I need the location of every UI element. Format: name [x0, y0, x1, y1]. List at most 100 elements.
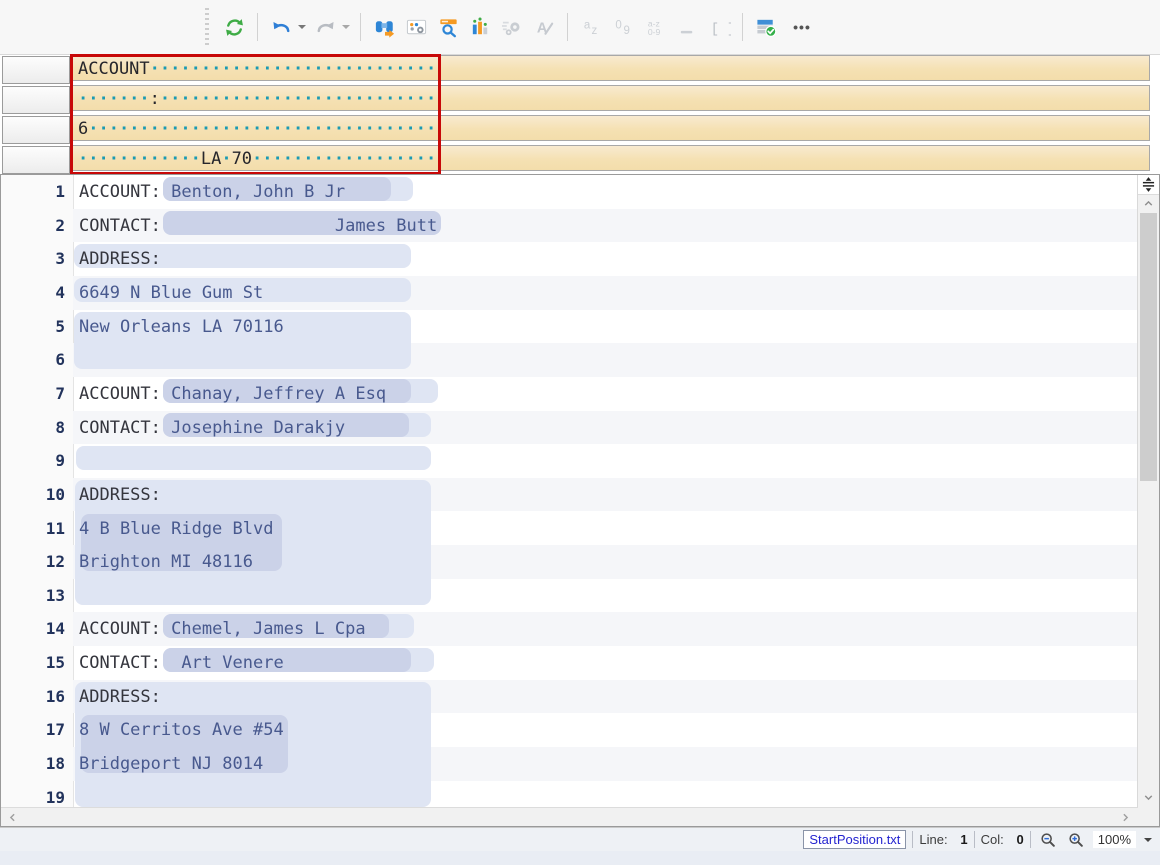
text-line[interactable]: 17 8 W Cerritos Ave #54 — [1, 713, 1138, 747]
sort-09-icon[interactable]: 0 9 — [610, 14, 636, 40]
status-separator — [1030, 831, 1031, 848]
zoom-dropdown-caret[interactable] — [1144, 838, 1152, 842]
settings-panel-icon[interactable] — [403, 14, 429, 40]
toolbar-separator — [567, 13, 568, 41]
trap-row-handle[interactable] — [2, 146, 70, 174]
field-value: Brighton MI 48116 — [79, 552, 253, 572]
text-line[interactable]: 18Bridgeport NJ 8014 — [1, 747, 1138, 781]
text-line[interactable]: 114 B Blue Ridge Blvd — [1, 512, 1138, 546]
font-icon[interactable]: A — [531, 14, 557, 40]
field-value: Art Venere — [161, 653, 284, 673]
undo-dropdown-caret[interactable] — [298, 25, 306, 29]
line-text: ACCOUNT: Benton, John B Jr — [79, 177, 345, 207]
zoom-level-value[interactable]: 100% — [1093, 831, 1136, 848]
field-label: CONTACT: — [79, 653, 161, 673]
bottom-band — [0, 851, 1160, 865]
chart-icon[interactable] — [467, 14, 493, 40]
sort-az-icon[interactable]: a z — [578, 14, 604, 40]
text-line[interactable]: 5 New Orleans LA 70116 — [1, 310, 1138, 344]
more-icon[interactable]: ••• — [785, 14, 819, 40]
vertical-scrollbar[interactable] — [1137, 175, 1159, 826]
trap-row-handle[interactable] — [2, 86, 70, 114]
text-line[interactable]: 9 — [1, 444, 1138, 478]
trap-row[interactable]: ············LA·70·················· — [71, 145, 1150, 171]
app-window: A a z 0 9 a-z 0-9 — [0, 0, 1160, 865]
field-value: Bridgeport NJ 8014 — [79, 754, 263, 774]
redo-dropdown-caret[interactable] — [342, 25, 350, 29]
field-value: 6649 N Blue Gum St — [79, 283, 263, 303]
preview-search-icon[interactable] — [435, 14, 461, 40]
text-line[interactable]: 19 — [1, 781, 1138, 808]
trap-row[interactable]: ACCOUNT···························· — [71, 55, 1150, 81]
refresh-icon[interactable] — [221, 14, 247, 40]
trap-dots: ······· — [78, 89, 150, 109]
vertical-scrollbar-thumb[interactable] — [1140, 213, 1157, 481]
scroll-right-icon[interactable] — [1116, 808, 1134, 826]
field-label: ADDRESS: — [79, 249, 161, 269]
trap-dots: ············ — [78, 149, 201, 169]
field-label: CONTACT: — [79, 418, 171, 438]
text-line[interactable]: 7ACCOUNT: Chanay, Jeffrey A Esq — [1, 377, 1138, 411]
field-value: Chanay, Jeffrey A Esq — [171, 384, 386, 404]
line-text: Brighton MI 48116 — [79, 547, 253, 577]
scroll-down-icon[interactable] — [1138, 788, 1159, 806]
svg-text:z: z — [591, 25, 597, 37]
text-line[interactable]: 3 ADDRESS: — [1, 242, 1138, 276]
toolbar-grip[interactable] — [205, 8, 209, 46]
field-label: ADDRESS: — [79, 687, 161, 707]
split-handle-icon[interactable] — [1138, 175, 1159, 195]
text-line[interactable]: 46649 N Blue Gum St — [1, 276, 1138, 310]
trap-row-handle[interactable] — [2, 116, 70, 144]
status-separator — [974, 831, 975, 848]
field-value: New Orleans LA 70116 — [79, 317, 284, 337]
col-label: Col: — [981, 832, 1004, 847]
toolbar-separator — [360, 13, 361, 41]
zoom-in-icon[interactable] — [1065, 830, 1087, 850]
line-number: 3 — [1, 244, 65, 274]
undo-icon[interactable] — [268, 14, 294, 40]
process-gears-icon[interactable] — [499, 14, 525, 40]
text-line[interactable]: 2CONTACT: James Butt — [1, 209, 1138, 243]
line-number: 14 — [1, 614, 65, 644]
table-check-icon[interactable] — [753, 14, 779, 40]
scroll-up-icon[interactable] — [1138, 194, 1159, 212]
line-number: 7 — [1, 379, 65, 409]
field-value: Chemel, James L Cpa — [171, 619, 365, 639]
trap-text: LA — [201, 149, 221, 169]
text-line[interactable]: 8CONTACT: Josephine Darakjy — [1, 411, 1138, 445]
text-line[interactable]: 13 — [1, 579, 1138, 613]
text-line[interactable]: 15CONTACT: Art Venere — [1, 646, 1138, 680]
zoom-out-icon[interactable] — [1037, 830, 1059, 850]
text-line[interactable]: 10ADDRESS: — [1, 478, 1138, 512]
horizontal-scrollbar[interactable] — [1, 807, 1138, 826]
brackets-icon[interactable]: [ ] — [706, 14, 732, 40]
redo-icon[interactable] — [312, 14, 338, 40]
text-line[interactable]: 16ADDRESS: — [1, 680, 1138, 714]
svg-text:a: a — [583, 19, 590, 31]
field-value: Josephine Darakjy — [171, 418, 345, 438]
trap-row-handle[interactable] — [2, 56, 70, 84]
editor-text-area[interactable]: 1ACCOUNT: Benton, John B Jr2CONTACT: Jam… — [1, 175, 1138, 808]
field-label: ACCOUNT: — [79, 182, 171, 202]
text-line[interactable]: 12Brighton MI 48116 — [1, 545, 1138, 579]
field-value: 8 W Cerritos Ave #54 — [79, 720, 284, 740]
text-line[interactable]: 1ACCOUNT: Benton, John B Jr — [1, 175, 1138, 209]
field-value: James Butt — [161, 216, 437, 236]
line-number: 5 — [1, 312, 65, 342]
scroll-left-icon[interactable] — [3, 808, 21, 826]
sort-az09-icon[interactable]: a-z 0-9 — [642, 14, 668, 40]
status-separator — [912, 831, 913, 848]
text-line[interactable]: 14ACCOUNT: Chemel, James L Cpa — [1, 612, 1138, 646]
line-number: 2 — [1, 211, 65, 241]
trap-text: ACCOUNT — [78, 59, 150, 79]
line-text: Bridgeport NJ 8014 — [79, 749, 263, 779]
trap-row[interactable]: ·······:··························· — [71, 85, 1150, 111]
trap-row[interactable]: 6·································· — [71, 115, 1150, 141]
text-line[interactable]: 6 — [1, 343, 1138, 377]
line-number: 6 — [1, 345, 65, 375]
trap-dots: · — [221, 149, 231, 169]
underscore-icon[interactable] — [674, 14, 700, 40]
line-number: 17 — [1, 715, 65, 745]
filename-tab[interactable]: StartPosition.txt — [803, 830, 906, 849]
find-binoculars-icon[interactable] — [371, 14, 397, 40]
